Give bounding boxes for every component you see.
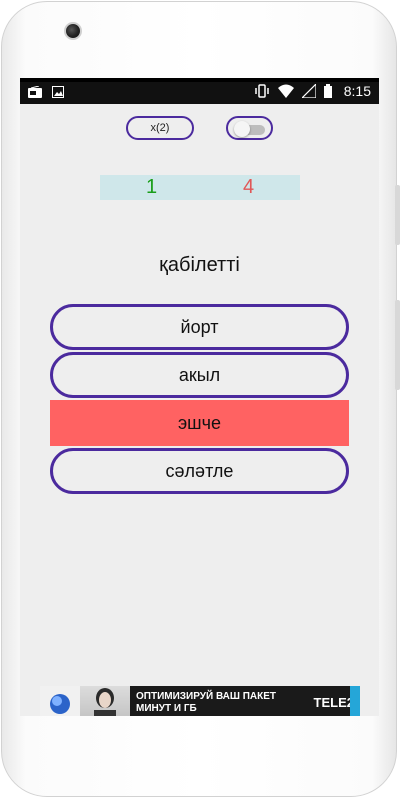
status-time: 8:15 (343, 83, 371, 99)
ad-brand: TELE2 (313, 695, 354, 710)
answer-option-1[interactable]: йорт (50, 304, 349, 350)
wifi-icon (277, 84, 294, 98)
front-camera (64, 22, 82, 40)
wrong-count: 4 (243, 176, 255, 198)
volume-button (395, 300, 400, 390)
radio-icon (28, 86, 42, 98)
answer-option-2[interactable]: акыл (50, 352, 349, 398)
answer-option-4[interactable]: сәләтле (50, 448, 349, 494)
vibrate-icon (254, 84, 270, 98)
image-icon (52, 86, 64, 98)
power-button (395, 185, 400, 245)
toggle-thumb[interactable] (234, 121, 250, 137)
top-controls: x(2) (20, 116, 379, 146)
ad-stripe (350, 686, 360, 716)
ad-photo (80, 686, 130, 716)
mode-toggle[interactable] (226, 116, 273, 140)
score-bar: 1 4 (100, 175, 300, 200)
ad-banner[interactable]: ОПТИМИЗИРУЙ ВАШ ПАКЕТ МИНУТ И ГБ TELE2 (40, 686, 360, 716)
battery-icon (323, 84, 332, 98)
signal-icon (301, 84, 316, 98)
status-bar: 8:15 (20, 78, 379, 104)
answer-option-3[interactable]: эшче (50, 400, 349, 446)
multiplier-button[interactable]: x(2) (126, 116, 194, 140)
question-word: қабілетті (159, 254, 240, 276)
ad-text: ОПТИМИЗИРУЙ ВАШ ПАКЕТ МИНУТ И ГБ (136, 691, 277, 714)
correct-count: 1 (146, 176, 158, 198)
ad-logo-icon (40, 686, 80, 716)
app-screen: 8:15 x(2) 1 4 қабілетті йорт акыл эшче с… (20, 78, 379, 716)
